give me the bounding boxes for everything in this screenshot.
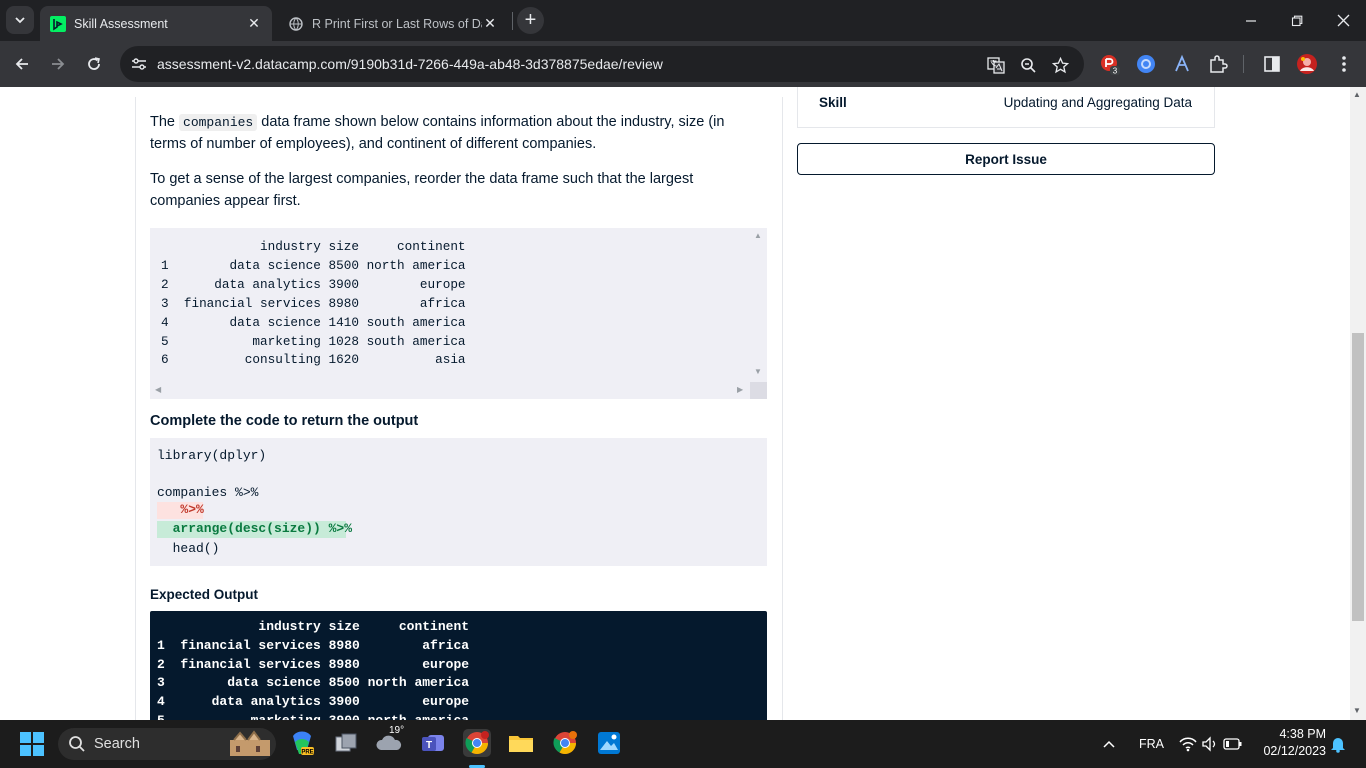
bookmark-star-icon[interactable]: [1050, 55, 1070, 75]
arrow-left-icon: [15, 58, 28, 70]
code-heading: Complete the code to return the output: [150, 413, 419, 429]
windows-taskbar: Search PRE 19° T FRA 4:38 PM 02/12/2023: [0, 720, 1366, 768]
code-line: library(dplyr): [157, 448, 267, 463]
code-line: companies %>%: [157, 485, 259, 500]
bell-icon: [1331, 738, 1345, 753]
restore-button[interactable]: [1274, 0, 1320, 41]
scroll-left-icon[interactable]: ◀: [155, 385, 161, 394]
wifi-icon: [1179, 737, 1197, 752]
close-window-button[interactable]: [1320, 0, 1366, 41]
chrome-app-icon[interactable]: [463, 729, 491, 757]
tab-title: Skill Assessment: [74, 16, 168, 31]
reload-button[interactable]: [80, 50, 108, 78]
scroll-up-icon[interactable]: ▲: [754, 231, 762, 240]
site-info-button[interactable]: [124, 49, 154, 79]
extension-red-icon[interactable]: 3: [1099, 53, 1121, 75]
copilot-app-icon[interactable]: PRE: [288, 729, 316, 757]
expected-output-text: industry size continent 1 financial serv…: [157, 619, 470, 728]
tab-r-print[interactable]: R Print First or Last Rows of Da ✕: [278, 6, 508, 41]
weather-temp: 19°: [389, 725, 405, 736]
svg-text:T: T: [426, 740, 432, 751]
extensions-puzzle-icon[interactable]: [1207, 53, 1229, 75]
tab-search-button[interactable]: [6, 6, 34, 34]
scroll-right-icon[interactable]: ▶: [737, 385, 743, 394]
arrow-right-icon: [52, 58, 65, 70]
translate-icon[interactable]: [986, 55, 1006, 75]
tab-skill-assessment[interactable]: Skill Assessment ✕: [40, 6, 272, 41]
extension-badge: 3: [1113, 67, 1118, 76]
reload-icon: [88, 57, 100, 70]
side-panel-icon[interactable]: [1261, 53, 1283, 75]
expected-output-console: industry size continent 1 financial serv…: [150, 611, 767, 731]
extension-blue-icon[interactable]: [1135, 53, 1157, 75]
page-scrollbar-thumb[interactable]: [1352, 333, 1364, 621]
url-text[interactable]: assessment-v2.datacamp.com/9190b31d-7266…: [157, 56, 663, 72]
globe-icon: [289, 16, 303, 31]
companies-inline-code: companies: [179, 114, 258, 131]
browser-titlebar: Skill Assessment ✕ R Print First or Last…: [0, 0, 1366, 41]
dataset-table-text: industry size continent 1 data science 8…: [161, 239, 466, 368]
new-tab-button[interactable]: +: [517, 7, 544, 34]
tab-divider: [512, 12, 513, 30]
close-tab-icon[interactable]: ✕: [482, 15, 498, 32]
minimize-button[interactable]: [1228, 0, 1274, 41]
dataset-preview[interactable]: industry size continent 1 data science 8…: [150, 228, 767, 399]
chrome-profile-app-icon[interactable]: [551, 729, 579, 757]
language-indicator[interactable]: FRA: [1139, 720, 1164, 768]
scroll-corner: [750, 382, 767, 399]
chevron-down-icon: [15, 17, 25, 24]
clock-time: 4:38 PM: [1279, 727, 1326, 741]
datacamp-favicon-icon: [50, 15, 66, 32]
task-view-icon[interactable]: [332, 729, 360, 757]
close-tab-icon[interactable]: ✕: [246, 15, 262, 32]
chrome-menu-icon[interactable]: [1333, 53, 1355, 75]
teams-app-icon[interactable]: T: [419, 729, 447, 757]
back-button[interactable]: [8, 50, 36, 78]
report-issue-button[interactable]: Report Issue: [797, 143, 1215, 175]
svg-text:PRE: PRE: [301, 750, 313, 756]
browser-toolbar: assessment-v2.datacamp.com/9190b31d-7266…: [0, 41, 1366, 87]
scroll-down-icon[interactable]: ▼: [754, 367, 762, 376]
windows-start-button[interactable]: [20, 732, 44, 761]
chevron-up-icon: [1103, 740, 1115, 748]
notifications-button[interactable]: [1330, 720, 1346, 768]
search-icon: [69, 736, 85, 752]
close-icon: [1337, 14, 1349, 27]
scroll-down-icon[interactable]: ▼: [1353, 706, 1361, 715]
skill-label: Skill: [819, 95, 847, 110]
toolbar-divider: [1243, 55, 1244, 73]
search-label: Search: [94, 736, 140, 752]
zoom-icon[interactable]: [1018, 55, 1038, 75]
tune-icon: [132, 58, 146, 70]
correct-answer-line: arrange(desc(size)) %>%: [157, 521, 353, 536]
file-explorer-icon[interactable]: [507, 729, 535, 757]
show-hidden-icons-button[interactable]: [1102, 720, 1116, 768]
battery-icon: [1223, 738, 1242, 750]
restore-icon: [1291, 15, 1303, 26]
forward-button[interactable]: [44, 50, 72, 78]
weather-widget-icon[interactable]: 19°: [375, 725, 404, 757]
network-status-button[interactable]: [1179, 720, 1243, 768]
minimize-icon: [1246, 19, 1256, 22]
search-highlight-image-icon: [230, 730, 270, 756]
expected-output-heading: Expected Output: [150, 587, 259, 602]
scroll-up-icon[interactable]: ▲: [1353, 90, 1361, 99]
clock-date: 02/12/2023: [1263, 744, 1326, 758]
skill-value: Updating and Aggregating Data: [1003, 95, 1192, 110]
question-paragraph-2: To get a sense of the largest companies,…: [150, 171, 694, 209]
extension-accent-icon[interactable]: [1171, 53, 1193, 75]
code-line: head(): [157, 541, 220, 556]
photos-app-icon[interactable]: [595, 729, 623, 757]
profile-avatar[interactable]: [1296, 53, 1318, 75]
skill-info-card: Skill Updating and Aggregating Data: [797, 87, 1215, 128]
taskbar-search-box[interactable]: Search: [58, 728, 276, 760]
tab-title: R Print First or Last Rows of Da: [312, 16, 482, 31]
windows-logo-icon: [20, 732, 44, 756]
volume-icon: [1202, 736, 1216, 752]
question-paragraph-1: The companies data frame shown below con…: [150, 114, 725, 152]
taskbar-clock[interactable]: 4:38 PM 02/12/2023: [1256, 726, 1326, 760]
address-bar[interactable]: assessment-v2.datacamp.com/9190b31d-7266…: [120, 46, 1084, 82]
code-block: library(dplyr) companies %>% head(): [150, 438, 767, 566]
blank-pipe-line: %>%: [157, 502, 204, 517]
